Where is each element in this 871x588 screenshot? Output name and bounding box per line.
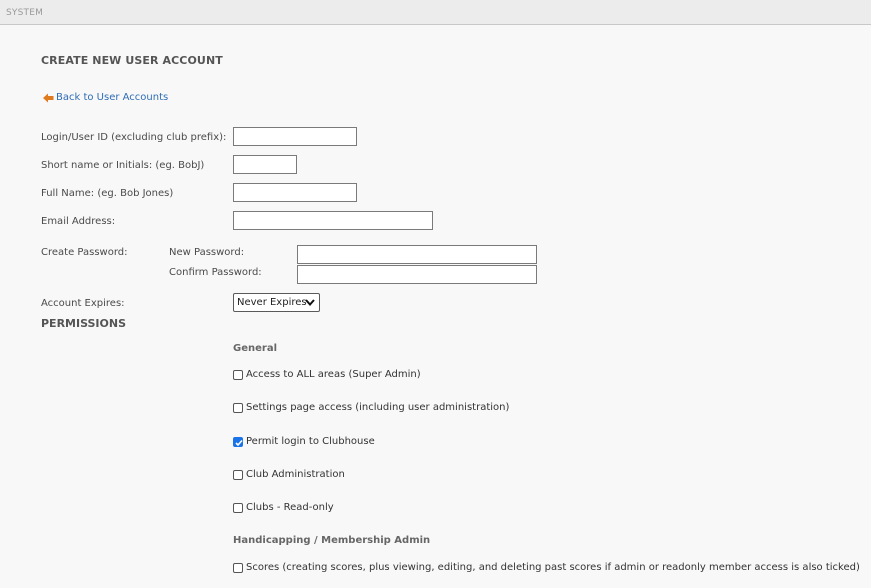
page-title: CREATE NEW USER ACCOUNT xyxy=(41,54,223,67)
permission-label: Scores (creating scores, plus viewing, e… xyxy=(246,562,860,573)
checkbox[interactable] xyxy=(233,562,243,573)
permissions-heading: PERMISSIONS xyxy=(41,317,127,330)
account-expires-value: Never Expires xyxy=(237,297,307,308)
new-password-label: New Password: xyxy=(169,247,245,258)
checkbox[interactable] xyxy=(233,469,243,480)
permission-label: Clubs - Read-only xyxy=(246,502,334,513)
permission-label: Settings page access (including user adm… xyxy=(246,402,510,413)
checkbox-checked[interactable] xyxy=(233,436,243,447)
permission-super-admin[interactable]: Access to ALL areas (Super Admin) xyxy=(233,369,421,380)
permission-label: Club Administration xyxy=(246,469,345,480)
create-password-label: Create Password: xyxy=(41,247,128,258)
full-name-label: Full Name: (eg. Bob Jones) xyxy=(41,188,174,199)
left-arrow-icon xyxy=(43,93,54,102)
breadcrumb[interactable]: SYSTEM xyxy=(6,8,43,18)
back-link-label: Back to User Accounts xyxy=(56,92,169,103)
checkbox[interactable] xyxy=(233,369,243,380)
permission-clubs-read-only[interactable]: Clubs - Read-only xyxy=(233,502,334,513)
permission-label: Access to ALL areas (Super Admin) xyxy=(246,369,421,380)
checkmark-icon xyxy=(235,439,243,446)
login-label: Login/User ID (excluding club prefix): xyxy=(41,132,227,143)
permission-clubhouse-login[interactable]: Permit login to Clubhouse xyxy=(233,436,375,447)
login-input[interactable] xyxy=(233,127,357,146)
confirm-password-label: Confirm Password: xyxy=(169,267,262,278)
new-password-input[interactable] xyxy=(297,245,537,264)
confirm-password-input[interactable] xyxy=(297,265,537,284)
full-name-input[interactable] xyxy=(233,183,357,202)
group-title-handicapping: Handicapping / Membership Admin xyxy=(233,535,431,546)
email-label: Email Address: xyxy=(41,216,116,227)
checkbox[interactable] xyxy=(233,502,243,513)
email-input[interactable] xyxy=(233,211,433,230)
checkbox[interactable] xyxy=(233,402,243,413)
chevron-down-icon xyxy=(305,299,315,307)
permission-label: Permit login to Clubhouse xyxy=(246,436,375,447)
back-to-user-accounts-link[interactable]: Back to User Accounts xyxy=(43,92,168,103)
permission-settings-access[interactable]: Settings page access (including user adm… xyxy=(233,402,509,413)
group-title-general: General xyxy=(233,343,277,354)
short-name-label: Short name or Initials: (eg. BobJ) xyxy=(41,160,205,171)
account-expires-select[interactable]: Never Expires xyxy=(233,293,320,312)
top-bar: SYSTEM xyxy=(0,0,871,25)
short-name-input[interactable] xyxy=(233,155,297,174)
account-expires-label: Account Expires: xyxy=(41,298,125,309)
permission-scores[interactable]: Scores (creating scores, plus viewing, e… xyxy=(233,562,860,573)
permission-club-administration[interactable]: Club Administration xyxy=(233,469,345,480)
